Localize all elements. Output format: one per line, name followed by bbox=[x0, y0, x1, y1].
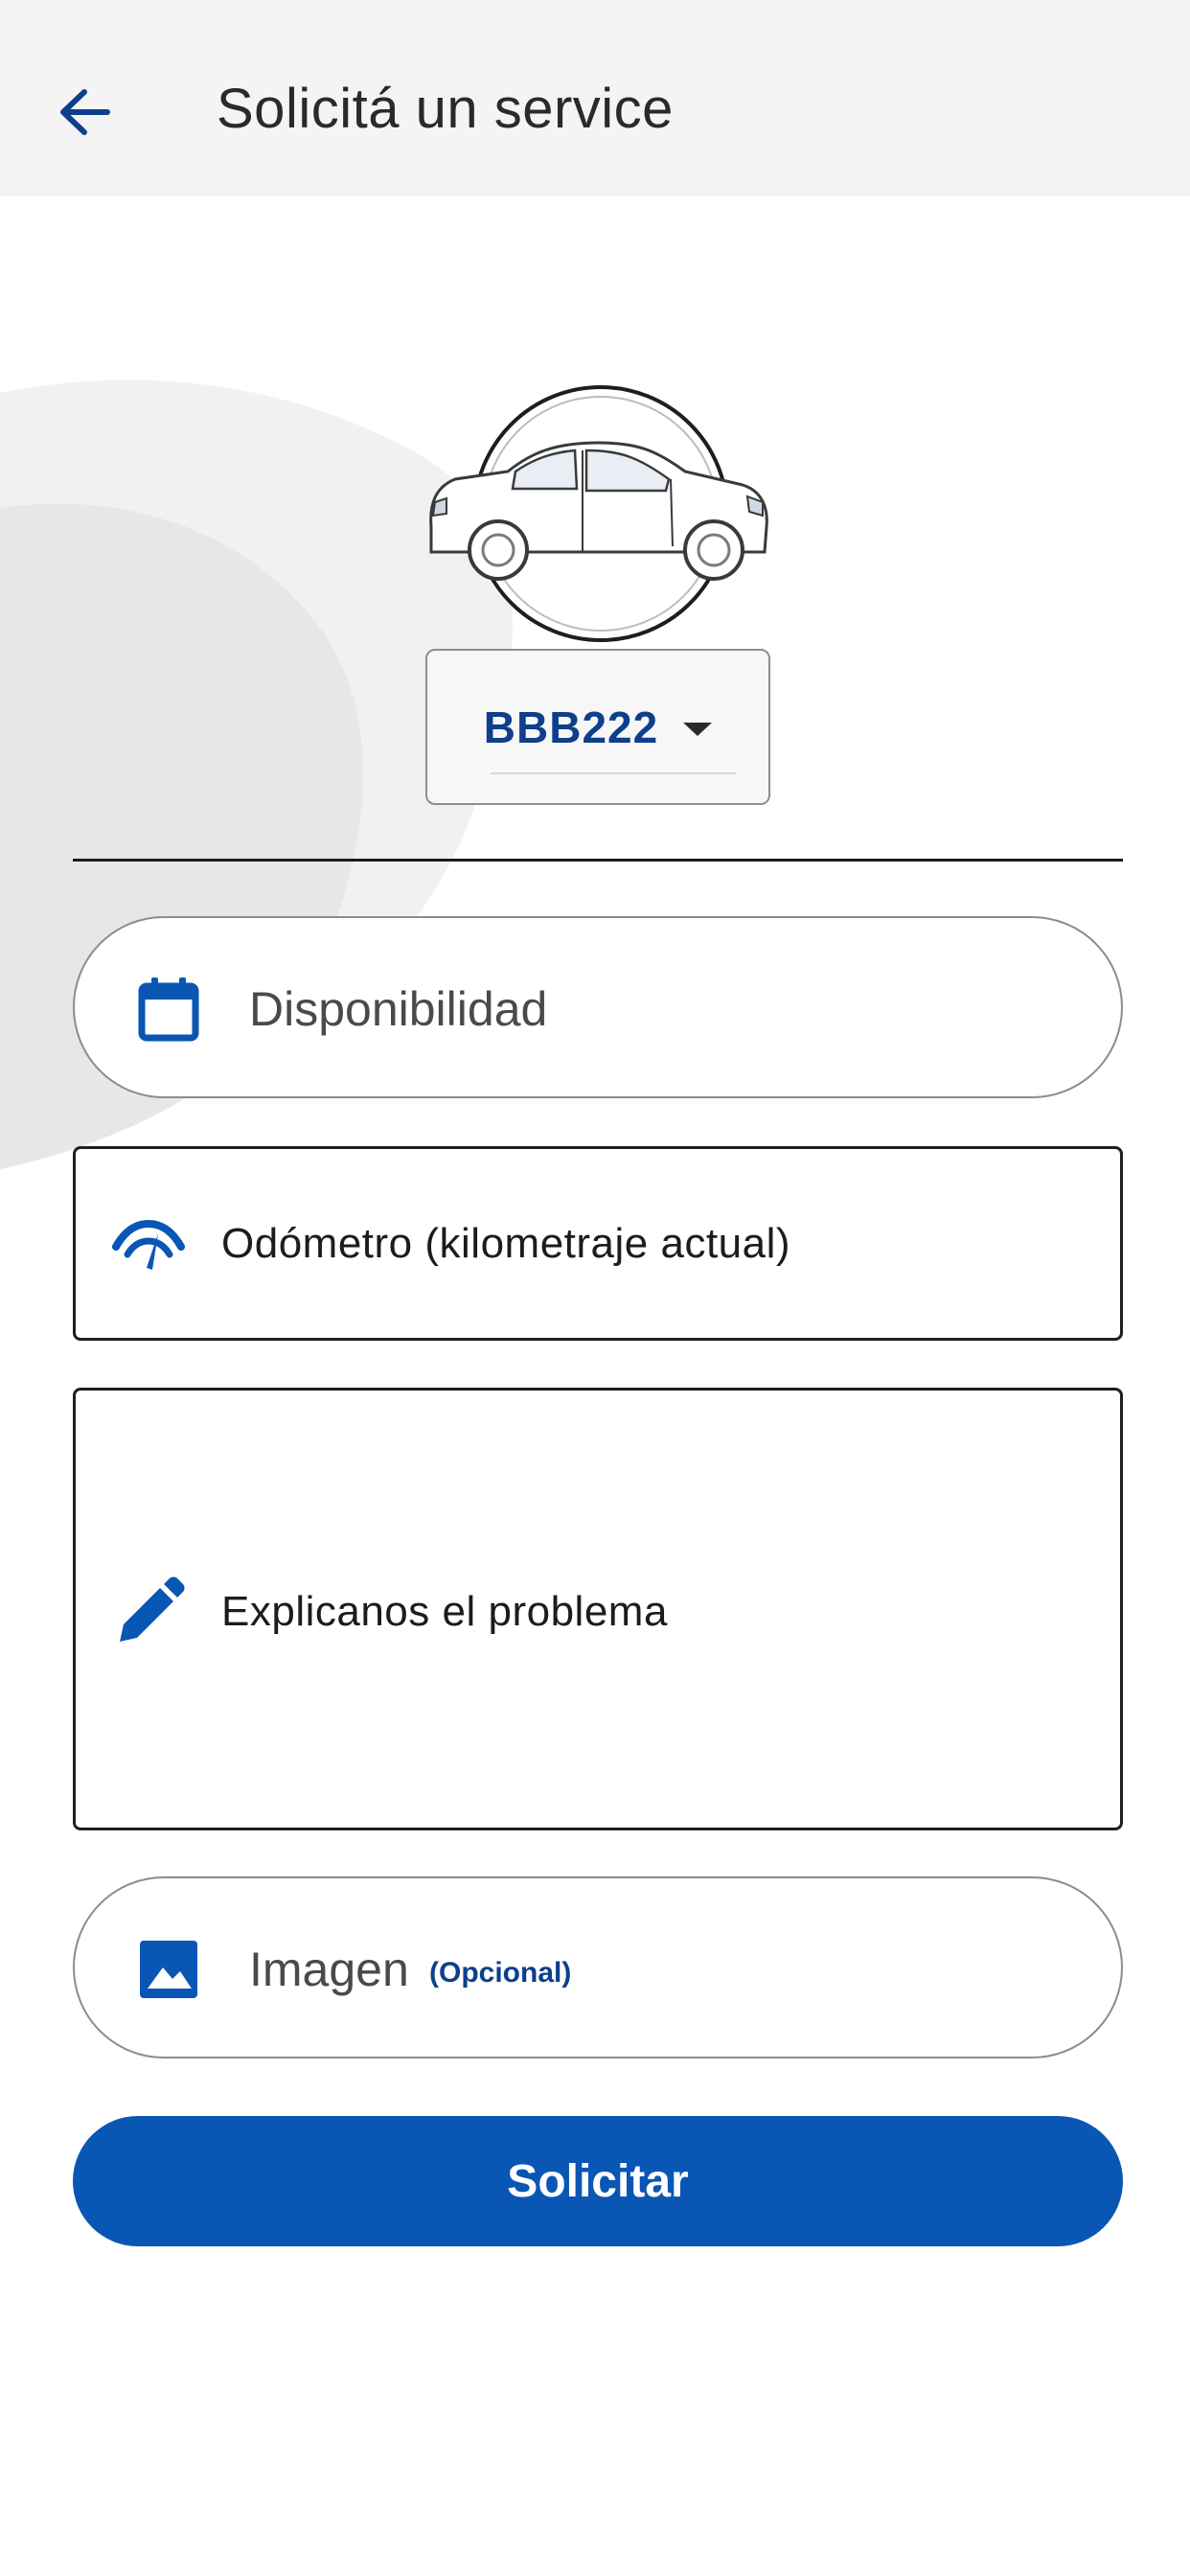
plate-value: BBB222 bbox=[483, 702, 659, 752]
section-divider bbox=[73, 859, 1123, 862]
availability-label: Disponibilidad bbox=[249, 982, 548, 1036]
submit-label: Solicitar bbox=[507, 2155, 689, 2207]
image-upload-field[interactable]: Imagen (Opcional) bbox=[73, 1876, 1123, 2058]
odometer-field[interactable]: Odómetro (kilometraje actual) bbox=[73, 1146, 1123, 1341]
back-button[interactable] bbox=[50, 79, 117, 146]
gauge-icon bbox=[112, 1219, 185, 1270]
calendar-icon bbox=[138, 978, 199, 1042]
odometer-placeholder: Odómetro (kilometraje actual) bbox=[221, 1220, 791, 1267]
caret-down-icon bbox=[683, 722, 713, 736]
page-title: Solicitá un service bbox=[217, 78, 674, 140]
problem-description-field[interactable]: Explicanos el problema bbox=[73, 1388, 1123, 1830]
submit-button[interactable]: Solicitar bbox=[73, 2116, 1123, 2246]
pencil-icon bbox=[120, 1576, 185, 1642]
service-request-screen: Solicitá un service BBB222 Disponibilida… bbox=[0, 0, 1190, 2576]
image-icon bbox=[140, 1941, 197, 1998]
optional-tag: (Opcional) bbox=[429, 1957, 572, 1989]
problem-placeholder: Explicanos el problema bbox=[221, 1588, 668, 1635]
vehicle-avatar bbox=[422, 383, 776, 642]
arrow-left-icon bbox=[60, 89, 110, 135]
app-header: Solicitá un service bbox=[0, 0, 1190, 196]
plate-selector[interactable]: BBB222 bbox=[425, 649, 770, 805]
image-label: Imagen bbox=[249, 1943, 409, 1996]
selector-underline bbox=[491, 772, 736, 774]
availability-field[interactable]: Disponibilidad bbox=[73, 916, 1123, 1098]
car-icon bbox=[429, 385, 768, 642]
